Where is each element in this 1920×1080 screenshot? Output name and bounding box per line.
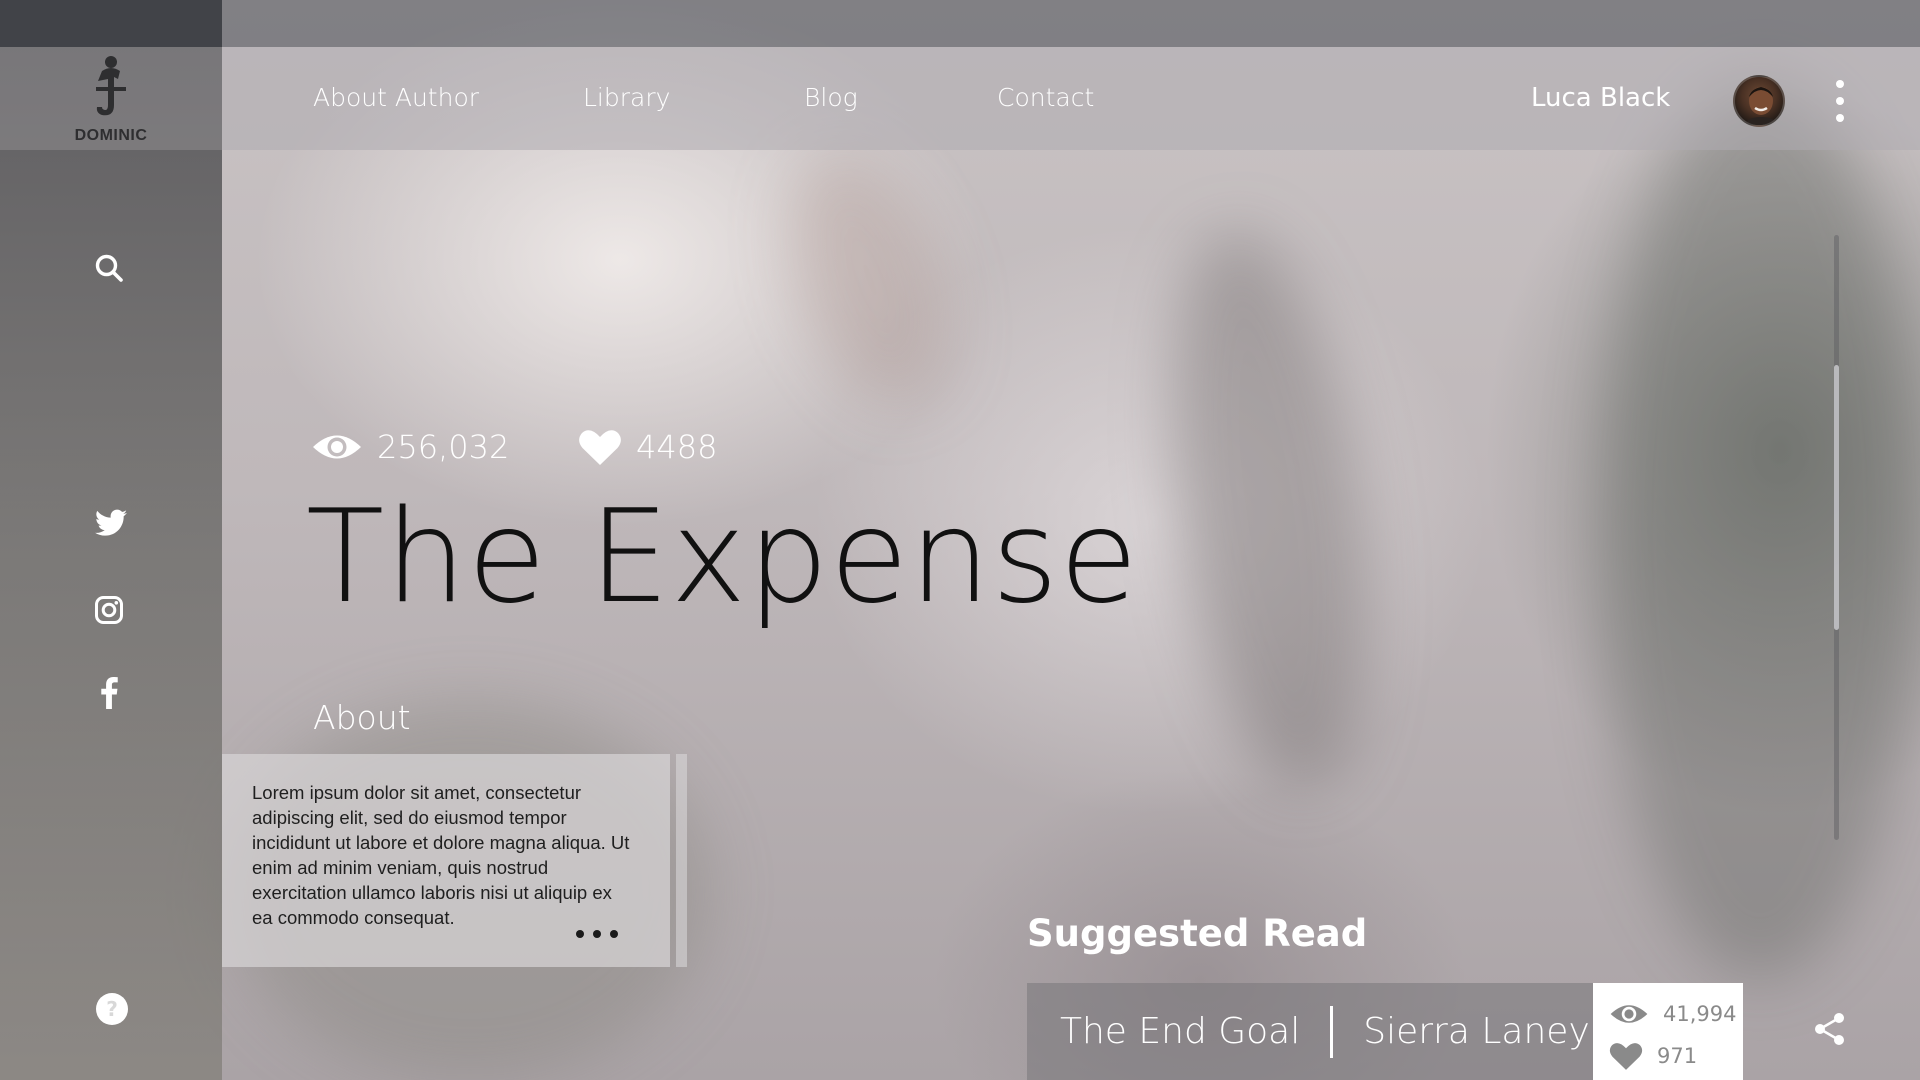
logo-mark-icon: [96, 55, 126, 115]
suggested-likes: 971: [1609, 1035, 1743, 1077]
nav-library[interactable]: Library: [583, 83, 670, 112]
views-stat: 256,032: [311, 428, 509, 466]
card-edge: [676, 754, 687, 967]
more-options-icon[interactable]: [1822, 75, 1858, 127]
likes-stat: 4488: [578, 428, 717, 466]
suggested-views-count: 41,994: [1663, 1002, 1737, 1026]
heart-icon[interactable]: [578, 428, 622, 466]
sidebar-top-strip: [0, 0, 222, 47]
suggested-stats: 41,994 971: [1593, 983, 1743, 1080]
sidebar: DOMINIC ?: [0, 0, 222, 1080]
avatar[interactable]: [1733, 75, 1785, 127]
views-count: 256,032: [377, 428, 510, 466]
heart-icon: [1609, 1043, 1643, 1070]
suggested-book-card[interactable]: The End Goal Sierra Laney: [1027, 983, 1593, 1080]
share-icon[interactable]: [1810, 1009, 1850, 1049]
eye-icon: [313, 435, 361, 459]
suggested-views: 41,994: [1609, 993, 1743, 1035]
logo-text: DOMINIC: [74, 126, 148, 144]
help-icon[interactable]: ?: [92, 989, 132, 1029]
search-icon[interactable]: [89, 248, 129, 288]
suggested-book-title: The End Goal: [1060, 1011, 1301, 1052]
svg-text:?: ?: [106, 997, 118, 1021]
top-navigation-bar: About Author Library Blog Contact Luca B…: [222, 47, 1920, 150]
suggested-book-author: Sierra Laney: [1363, 1011, 1590, 1052]
nav-about-author[interactable]: About Author: [313, 83, 479, 112]
top-strip: [222, 0, 1920, 47]
eye-icon: [1610, 1005, 1648, 1023]
likes-count: 4488: [636, 428, 718, 466]
read-more-dots-icon[interactable]: [576, 930, 618, 938]
suggested-likes-count: 971: [1657, 1044, 1698, 1068]
avatar-photo-icon: [1744, 87, 1778, 125]
about-heading: About: [313, 698, 411, 737]
twitter-icon[interactable]: [91, 503, 131, 543]
nav-contact[interactable]: Contact: [997, 83, 1094, 112]
instagram-icon[interactable]: [89, 590, 129, 630]
about-text: Lorem ipsum dolor sit amet, consectetur …: [252, 782, 630, 928]
nav-blog[interactable]: Blog: [804, 83, 858, 112]
book-title: The Expense: [306, 483, 1139, 632]
scrollbar-thumb[interactable]: [1834, 365, 1839, 630]
logo[interactable]: DOMINIC: [0, 47, 222, 150]
user-name[interactable]: Luca Black: [1531, 83, 1670, 113]
facebook-icon[interactable]: [89, 673, 129, 713]
divider: [1330, 1005, 1334, 1058]
suggested-read-heading: Suggested Read: [1027, 912, 1368, 955]
